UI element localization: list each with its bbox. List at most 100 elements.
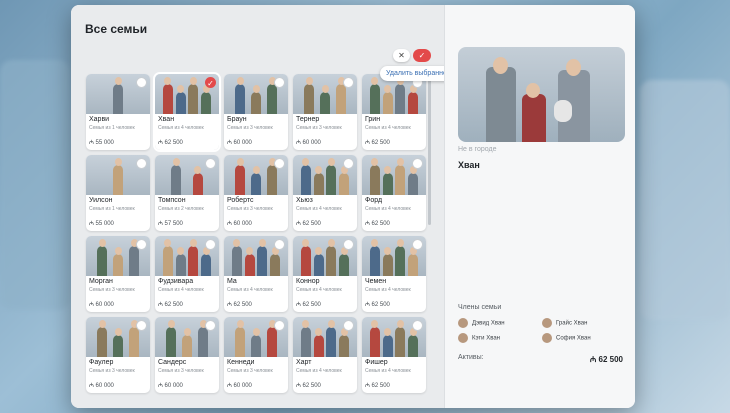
family-card-size: Семья из 3 человек	[89, 287, 135, 293]
family-preview-image	[458, 47, 625, 142]
select-checkbox[interactable]	[136, 239, 147, 250]
family-card-name: Харви	[89, 116, 110, 123]
select-checkbox[interactable]	[412, 239, 423, 250]
family-card[interactable]: Грин Семья из 4 человек ₼ 62 500	[362, 74, 426, 150]
family-card-price: ₼ 62 500	[158, 302, 183, 308]
select-checkbox[interactable]	[205, 239, 216, 250]
family-card[interactable]: Морган Семья из 3 человек ₼ 60 000	[86, 236, 150, 312]
select-checkbox[interactable]	[205, 320, 216, 331]
background-panel	[0, 60, 70, 310]
family-card-name: Кеннеди	[227, 359, 255, 366]
avatar	[542, 318, 552, 328]
family-card[interactable]: Хьюз Семья из 4 человек ₼ 62 500	[293, 155, 357, 231]
family-card-price: ₼ 62 500	[365, 140, 390, 146]
family-card-size: Семья из 4 человек	[365, 206, 411, 212]
family-card[interactable]: Чемен Семья из 4 человек ₼ 62 500	[362, 236, 426, 312]
family-card-name: Уилсон	[89, 197, 113, 204]
family-card-size: Семья из 4 человек	[158, 287, 204, 293]
family-card-size: Семья из 4 человек	[296, 368, 342, 374]
family-detail-panel: ✕ Не в городе Хван Члены семьи Дэвид Хва…	[444, 5, 635, 408]
family-card-size: Семья из 4 человек	[365, 287, 411, 293]
family-card-price: ₼ 60 000	[89, 383, 114, 389]
family-card-price: ₼ 60 000	[227, 383, 252, 389]
family-card-name: Робертс	[227, 197, 254, 204]
family-card-name: Браун	[227, 116, 247, 123]
select-checkbox[interactable]	[274, 77, 285, 88]
family-card[interactable]: Фишер Семья из 4 человек ₼ 62 500	[362, 317, 426, 393]
scrollbar[interactable]	[428, 77, 431, 225]
page-title: Все семьи	[85, 22, 148, 36]
select-checkbox[interactable]	[205, 158, 216, 169]
confirm-delete-button[interactable]: ✓	[413, 49, 431, 62]
avatar	[458, 318, 468, 328]
select-checkbox[interactable]	[343, 77, 354, 88]
families-panel: Все семьи Харви Семья из 1 человек ₼ 55 00…	[71, 5, 457, 408]
select-checkbox[interactable]	[136, 320, 147, 331]
family-card-name: Морган	[89, 278, 113, 285]
family-card[interactable]: Браун Семья из 3 человек ₼ 60 000	[224, 74, 288, 150]
select-checkbox[interactable]	[343, 239, 354, 250]
family-card-price: ₼ 60 000	[89, 302, 114, 308]
select-checkbox[interactable]	[136, 77, 147, 88]
family-card[interactable]: Тернер Семья из 3 человек ₼ 60 000	[293, 74, 357, 150]
family-card[interactable]: Коннор Семья из 4 человек ₼ 62 500	[293, 236, 357, 312]
family-card[interactable]: Томпсон Семья из 2 человек ₼ 57 500	[155, 155, 219, 231]
family-card-name: Фудзивара	[158, 278, 194, 285]
all-families-modal: Все семьи Харви Семья из 1 человек ₼ 55 00…	[71, 5, 635, 408]
family-card-price: ₼ 60 000	[227, 221, 252, 227]
family-card-name: Томпсон	[158, 197, 186, 204]
family-name: Хван	[458, 160, 480, 170]
family-card-size: Семья из 1 человек	[89, 206, 135, 212]
family-card-name: Чемен	[365, 278, 387, 285]
family-card-name: Форд	[365, 197, 383, 204]
cancel-selection-button[interactable]: ✕	[393, 49, 410, 62]
select-checkbox[interactable]	[412, 158, 423, 169]
family-card-price: ₼ 55 000	[89, 221, 114, 227]
family-card-name: Грин	[365, 116, 381, 123]
avatar	[458, 333, 468, 343]
family-card[interactable]: Форд Семья из 4 человек ₼ 62 500	[362, 155, 426, 231]
family-card[interactable]: Харви Семья из 1 человек ₼ 55 000	[86, 74, 150, 150]
member-item: Кэти Хван	[458, 333, 500, 343]
family-card-size: Семья из 3 человек	[227, 368, 273, 374]
assets-label: Активы:	[458, 354, 484, 361]
family-card-name: Фишер	[365, 359, 388, 366]
member-item: Грайс Хван	[542, 318, 587, 328]
family-card-name: Тернер	[296, 116, 320, 123]
family-card-price: ₼ 62 500	[365, 221, 390, 227]
family-card[interactable]: Уилсон Семья из 1 человек ₼ 55 000	[86, 155, 150, 231]
family-card-size: Семья из 4 человек	[296, 287, 342, 293]
family-card-size: Семья из 3 человек	[89, 368, 135, 374]
select-checkbox[interactable]	[274, 158, 285, 169]
family-card-price: ₼ 62 500	[227, 302, 252, 308]
family-card[interactable]: Ма Семья из 4 человек ₼ 62 500	[224, 236, 288, 312]
family-card[interactable]: Робертс Семья из 3 человек ₼ 60 000	[224, 155, 288, 231]
family-card-size: Семья из 4 человек	[227, 287, 273, 293]
family-card-name: Коннор	[296, 278, 320, 285]
family-card-price: ₼ 57 500	[158, 221, 183, 227]
select-checkbox[interactable]	[343, 320, 354, 331]
family-card-size: Семья из 4 человек	[296, 206, 342, 212]
family-card[interactable]: Кеннеди Семья из 3 человек ₼ 60 000	[224, 317, 288, 393]
family-card[interactable]: Харт Семья из 4 человек ₼ 62 500	[293, 317, 357, 393]
family-card-size: Семья из 3 человек	[227, 125, 273, 131]
family-card[interactable]: Фудзивара Семья из 4 человек ₼ 62 500	[155, 236, 219, 312]
select-checkbox[interactable]	[274, 320, 285, 331]
family-card-name: Ма	[227, 278, 237, 285]
family-card-size: Семья из 3 человек	[227, 206, 273, 212]
select-checkbox[interactable]	[136, 158, 147, 169]
select-checkbox[interactable]: ✓	[205, 77, 216, 88]
family-card-size: Семья из 4 человек	[365, 125, 411, 131]
family-card-price: ₼ 62 500	[296, 221, 321, 227]
family-card-price: ₼ 62 500	[158, 140, 183, 146]
member-item: Дэвид Хван	[458, 318, 505, 328]
family-card-price: ₼ 62 500	[296, 302, 321, 308]
family-card[interactable]: Фаулер Семья из 3 человек ₼ 60 000	[86, 317, 150, 393]
family-card[interactable]: ✓ Хван Семья из 4 человек ₼ 62 500	[153, 72, 221, 152]
select-checkbox[interactable]	[343, 158, 354, 169]
select-checkbox[interactable]	[412, 320, 423, 331]
family-card-name: Фаулер	[89, 359, 114, 366]
select-checkbox[interactable]	[274, 239, 285, 250]
family-card[interactable]: Сандерс Семья из 3 человек ₼ 60 000	[155, 317, 219, 393]
family-card-size: Семья из 4 человек	[365, 368, 411, 374]
